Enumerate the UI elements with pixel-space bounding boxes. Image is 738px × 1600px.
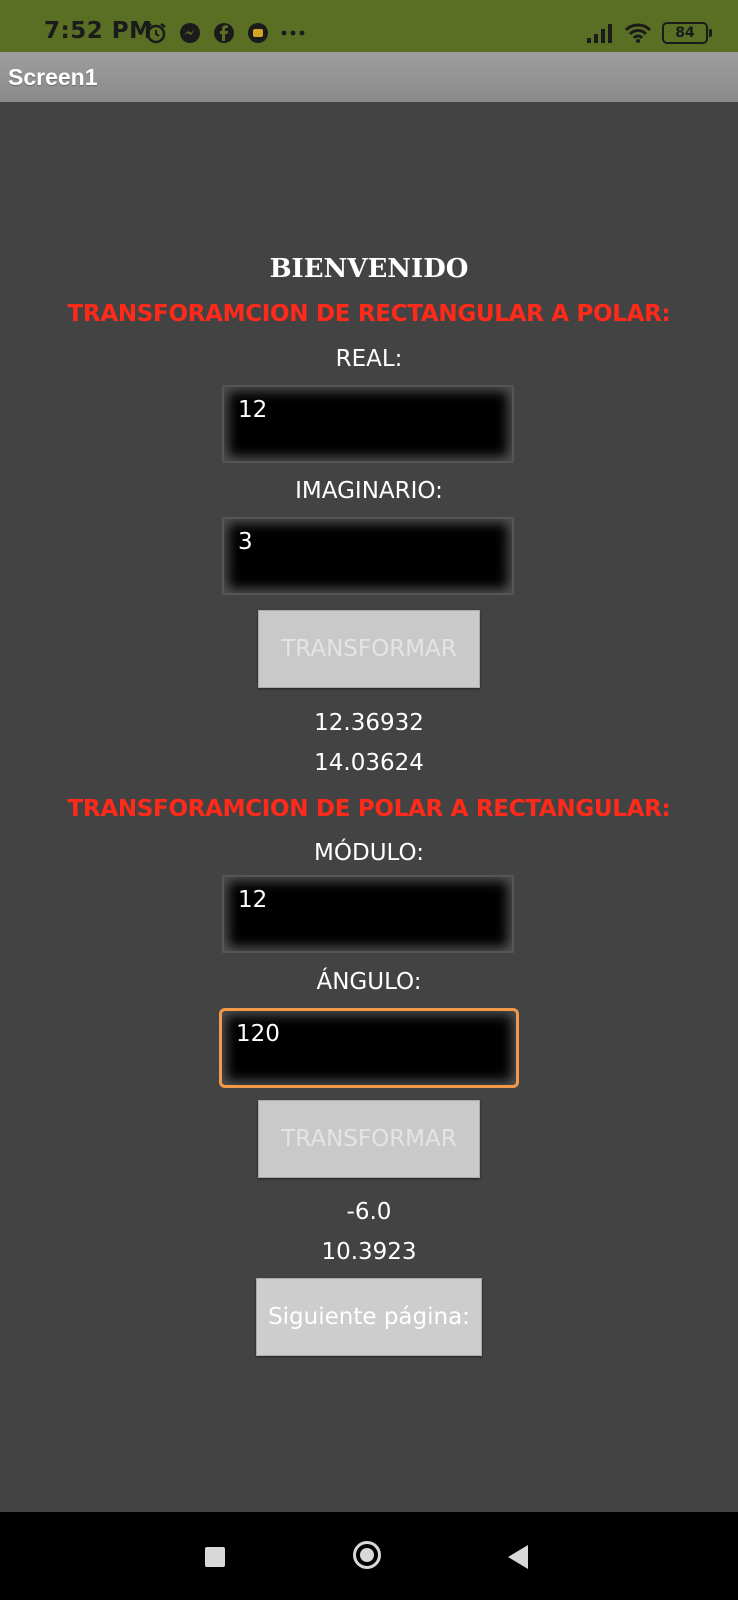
real-label: REAL: bbox=[335, 346, 403, 372]
modulo-field[interactable] bbox=[222, 875, 514, 953]
angulo-input[interactable] bbox=[236, 1021, 486, 1047]
real-input[interactable] bbox=[238, 397, 488, 423]
main-content: BIENVENIDO TRANSFORAMCION DE RECTANGULAR… bbox=[0, 102, 738, 1512]
real-field[interactable] bbox=[222, 385, 514, 463]
messenger-icon bbox=[180, 23, 200, 43]
alarm-icon bbox=[146, 23, 166, 44]
navigation-bar bbox=[0, 1512, 738, 1600]
imaginario-label: IMAGINARIO: bbox=[295, 478, 443, 504]
facebook-icon bbox=[214, 23, 234, 43]
system-icons: 84 bbox=[586, 20, 712, 46]
result-modulo: 12.36932 bbox=[314, 710, 424, 736]
more-dots-icon bbox=[281, 30, 305, 36]
angulo-label: ÁNGULO: bbox=[316, 969, 422, 995]
battery-icon: 84 bbox=[662, 22, 712, 44]
app-bar: Screen1 bbox=[0, 52, 738, 102]
imaginario-input[interactable] bbox=[238, 529, 488, 555]
wifi-icon bbox=[624, 23, 652, 43]
notification-icons bbox=[144, 20, 306, 46]
app-icon bbox=[248, 23, 268, 43]
result-imag: 10.3923 bbox=[321, 1239, 417, 1265]
battery-level: 84 bbox=[675, 25, 695, 41]
section-rect-to-polar-title: TRANSFORAMCION DE RECTANGULAR A POLAR: bbox=[67, 301, 671, 327]
imaginario-field[interactable] bbox=[222, 517, 514, 595]
angulo-field[interactable] bbox=[219, 1008, 519, 1088]
transform-polar-to-rect-button[interactable]: TRANSFORMAR bbox=[258, 1100, 480, 1178]
status-time: 7:52 PM bbox=[44, 18, 153, 44]
home-circle-icon[interactable] bbox=[353, 1541, 381, 1569]
modulo-input[interactable] bbox=[238, 887, 488, 913]
welcome-heading: BIENVENIDO bbox=[269, 254, 469, 284]
section-polar-to-rect-title: TRANSFORAMCION DE POLAR A RECTANGULAR: bbox=[67, 796, 671, 822]
signal-icon bbox=[587, 24, 612, 43]
status-bar: 7:52 PM 84 bbox=[0, 0, 738, 52]
back-triangle-icon[interactable] bbox=[508, 1545, 528, 1569]
transform-rect-to-polar-button[interactable]: TRANSFORMAR bbox=[258, 610, 480, 688]
recents-square-icon[interactable] bbox=[205, 1547, 225, 1567]
modulo-label: MÓDULO: bbox=[314, 840, 424, 866]
result-real: -6.0 bbox=[346, 1199, 392, 1225]
app-title: Screen1 bbox=[8, 64, 98, 90]
result-angulo: 14.03624 bbox=[314, 750, 424, 776]
next-page-button[interactable]: Siguiente página: bbox=[256, 1278, 482, 1356]
